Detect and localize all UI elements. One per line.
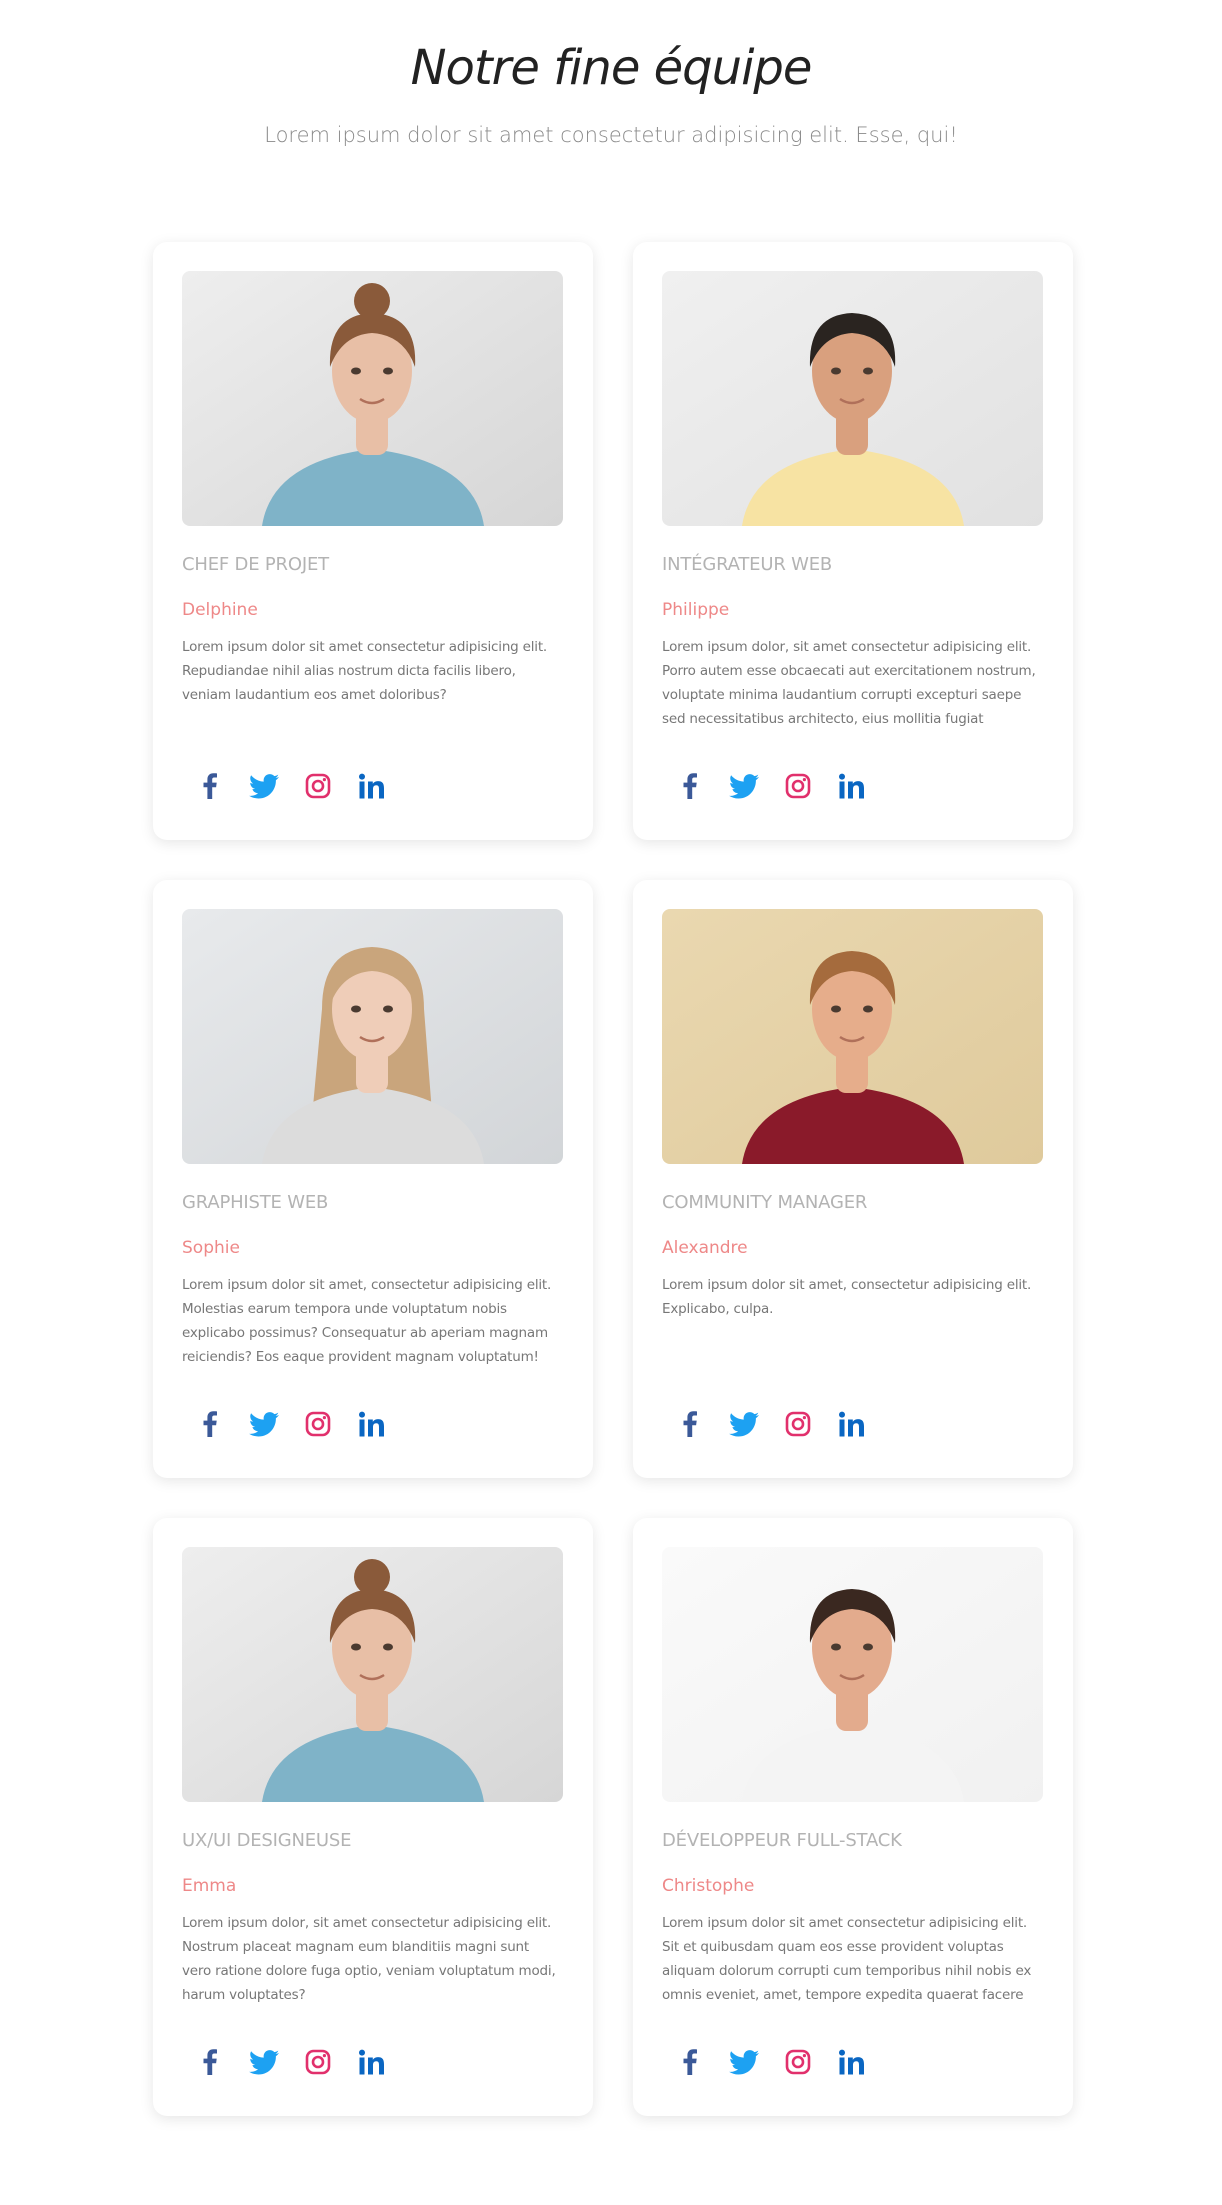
team-card-1: Chef de projet Delphine Lorem ipsum dolo… [153, 242, 593, 840]
member-role: UX/UI designeuse [182, 1830, 352, 1851]
social-links [674, 770, 868, 802]
linkedin-link[interactable] [356, 2046, 388, 2078]
linkedin-icon [839, 1411, 864, 1437]
member-photo [662, 271, 1043, 526]
instagram-link[interactable] [782, 770, 814, 802]
linkedin-icon [359, 1411, 384, 1437]
member-description: Lorem ipsum dolor sit amet, consectetur … [662, 1277, 1032, 1317]
twitter-icon [729, 773, 759, 798]
man-portrait-red-shirt-image [662, 909, 1043, 1164]
page-subtitle: Lorem ipsum dolor sit amet consectetur a… [264, 123, 958, 147]
member-description: Lorem ipsum dolor sit amet consectetur a… [662, 1915, 1032, 2003]
linkedin-link[interactable] [836, 2046, 868, 2078]
instagram-link[interactable] [782, 2046, 814, 2078]
facebook-link[interactable] [194, 1408, 226, 1440]
twitter-link[interactable] [728, 2046, 760, 2078]
linkedin-icon [839, 2049, 864, 2075]
facebook-link[interactable] [674, 2046, 706, 2078]
instagram-icon [785, 773, 811, 799]
twitter-link[interactable] [728, 770, 760, 802]
team-card-2: Intégrateur web Philippe Lorem ipsum dol… [633, 242, 1073, 840]
woman-portrait-long-hair-image [182, 909, 563, 1164]
woman-portrait-bun-image [182, 271, 563, 526]
member-photo [182, 909, 563, 1164]
team-card-6: Développeur full-stack Christophe Lorem … [633, 1518, 1073, 2116]
social-links [194, 2046, 388, 2078]
man-portrait-yellow-shirt-image [662, 271, 1043, 526]
facebook-icon [683, 773, 697, 799]
member-description: Lorem ipsum dolor, sit amet consectetur … [662, 639, 1036, 727]
instagram-icon [305, 1411, 331, 1437]
linkedin-link[interactable] [836, 1408, 868, 1440]
facebook-link[interactable] [674, 1408, 706, 1440]
twitter-icon [249, 2049, 279, 2074]
linkedin-icon [839, 773, 864, 799]
facebook-icon [683, 2049, 697, 2075]
member-photo [182, 1547, 563, 1802]
man-portrait-white-shirt-image [662, 1547, 1043, 1802]
member-photo [662, 1547, 1043, 1802]
linkedin-link[interactable] [356, 770, 388, 802]
member-name: Delphine [182, 600, 258, 620]
social-links [674, 1408, 868, 1440]
instagram-icon [305, 2049, 331, 2075]
twitter-link[interactable] [728, 1408, 760, 1440]
facebook-icon [203, 773, 217, 799]
instagram-icon [785, 2049, 811, 2075]
member-role: Graphiste web [182, 1192, 329, 1213]
social-links [194, 1408, 388, 1440]
facebook-icon [683, 1411, 697, 1437]
instagram-icon [305, 773, 331, 799]
member-description: Lorem ipsum dolor sit amet, consectetur … [182, 1277, 552, 1365]
member-role: Chef de projet [182, 554, 329, 575]
member-name: Alexandre [662, 1238, 748, 1258]
twitter-icon [729, 1411, 759, 1436]
member-photo [662, 909, 1043, 1164]
member-description: Lorem ipsum dolor, sit amet consectetur … [182, 1915, 556, 2003]
member-name: Sophie [182, 1238, 240, 1258]
twitter-icon [729, 2049, 759, 2074]
team-card-3: Graphiste web Sophie Lorem ipsum dolor s… [153, 880, 593, 1478]
instagram-icon [785, 1411, 811, 1437]
facebook-icon [203, 1411, 217, 1437]
linkedin-link[interactable] [836, 770, 868, 802]
member-name: Christophe [662, 1876, 755, 1896]
team-card-5: UX/UI designeuse Emma Lorem ipsum dolor,… [153, 1518, 593, 2116]
page-title: Notre fine équipe [410, 40, 813, 96]
instagram-link[interactable] [782, 1408, 814, 1440]
member-role: Community manager [662, 1192, 868, 1213]
linkedin-link[interactable] [356, 1408, 388, 1440]
member-role: Développeur full-stack [662, 1830, 902, 1851]
social-links [194, 770, 388, 802]
linkedin-icon [359, 2049, 384, 2075]
team-header: Notre fine équipe Lorem ipsum dolor sit … [0, 0, 1222, 150]
instagram-link[interactable] [302, 770, 334, 802]
member-role: Intégrateur web [662, 554, 833, 575]
linkedin-icon [359, 773, 384, 799]
twitter-link[interactable] [248, 1408, 280, 1440]
member-description: Lorem ipsum dolor sit amet consectetur a… [182, 639, 548, 703]
social-links [674, 2046, 868, 2078]
instagram-link[interactable] [302, 1408, 334, 1440]
twitter-link[interactable] [248, 770, 280, 802]
twitter-icon [249, 1411, 279, 1436]
member-name: Philippe [662, 600, 730, 620]
twitter-link[interactable] [248, 2046, 280, 2078]
woman-portrait-bun-image [182, 1547, 563, 1802]
instagram-link[interactable] [302, 2046, 334, 2078]
twitter-icon [249, 773, 279, 798]
team-grid: Chef de projet Delphine Lorem ipsum dolo… [153, 242, 1073, 2116]
team-card-4: Community manager Alexandre Lorem ipsum … [633, 880, 1073, 1478]
facebook-link[interactable] [194, 2046, 226, 2078]
facebook-link[interactable] [674, 770, 706, 802]
facebook-icon [203, 2049, 217, 2075]
member-name: Emma [182, 1876, 237, 1896]
member-photo [182, 271, 563, 526]
facebook-link[interactable] [194, 770, 226, 802]
